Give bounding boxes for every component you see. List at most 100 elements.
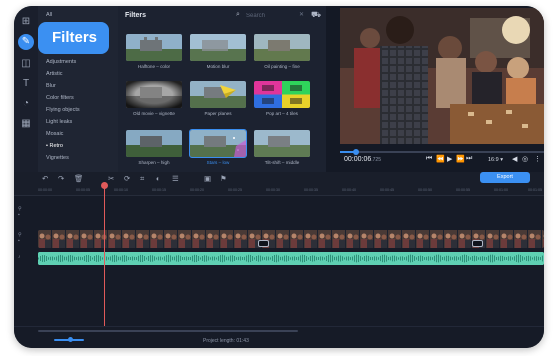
ruler-tick: 00:00:30 xyxy=(266,188,280,192)
tile-label: Sharpen – high xyxy=(138,160,170,165)
media-icon[interactable]: ▣ xyxy=(204,174,211,183)
titles-icon[interactable]: T xyxy=(18,76,34,92)
filter-tile-tilt-shift[interactable]: Tilt-shift – middle xyxy=(254,130,310,168)
filter-tile-halftone-color[interactable]: Halftone – color xyxy=(126,34,182,72)
thumbnail xyxy=(189,129,247,158)
transition-marker[interactable] xyxy=(472,240,483,247)
play-icon[interactable]: ▶ xyxy=(447,155,452,163)
aspect-ratio-select[interactable]: 16:9 ▾ xyxy=(488,157,503,163)
ruler-tick: 00:00:45 xyxy=(380,188,394,192)
crop-icon[interactable]: ⌗ xyxy=(140,174,144,184)
timeline-scrollbar[interactable] xyxy=(38,330,298,332)
video-clip[interactable] xyxy=(38,230,544,248)
timeline-toolbar: ↶ ↷ 🗑 ✂ ⟳ ⌗ ◐ ☰ ▣ ⚑ xyxy=(14,172,544,186)
aspect-ratio-label: 16:9 xyxy=(488,157,499,163)
category-light-leaks[interactable]: Light leaks xyxy=(46,119,72,125)
ruler-tick: 00:00:05 xyxy=(76,188,90,192)
overlay-track-controls[interactable]: ⚲ ▪ xyxy=(18,206,36,218)
status-bar: Project length: 01:43 xyxy=(14,326,544,348)
playhead-handle[interactable] xyxy=(101,182,108,189)
tile-label: Halftone – color xyxy=(137,64,171,69)
tool-sidebar: ⊞ ✎ ◫ T ◔ ▦ xyxy=(14,6,38,172)
preview-scrubber[interactable] xyxy=(340,149,544,155)
ruler-tick: 00:00:15 xyxy=(152,188,166,192)
more-options-icon[interactable]: ⋮ xyxy=(534,155,541,163)
tile-label: Stars – low xyxy=(206,160,230,165)
filter-tile-motion-blur[interactable]: Motion blur xyxy=(190,34,246,72)
search-input[interactable] xyxy=(246,11,296,21)
thumbnail xyxy=(190,34,246,61)
search-icon: ⌕ xyxy=(236,11,240,18)
thumbnail xyxy=(254,130,310,157)
undo-icon[interactable]: ↶ xyxy=(42,174,48,183)
scrubber-handle[interactable] xyxy=(353,149,360,155)
video-track-controls[interactable]: ⚲ ▪ xyxy=(18,232,36,244)
tile-label: Paper planes xyxy=(204,111,232,116)
category-retro[interactable]: • Retro xyxy=(46,143,63,149)
clip-properties-icon[interactable]: ☰ xyxy=(172,174,179,183)
step-forward-icon[interactable]: ⏩ xyxy=(456,155,465,163)
thumbnail xyxy=(254,34,310,61)
category-mosaic[interactable]: Mosaic xyxy=(46,131,63,137)
timeline-ruler[interactable]: 00:00:00 00:00:05 00:00:10 00:00:15 00:0… xyxy=(14,186,544,196)
filters-header: Filters ⌕ ✕ ⛟ xyxy=(118,6,326,26)
category-flying-objects[interactable]: Flying objects xyxy=(46,107,80,113)
go-to-start-icon[interactable]: ⏮ xyxy=(426,155,432,163)
cut-icon[interactable]: ✂ xyxy=(108,174,114,183)
category-blur[interactable]: Blur xyxy=(46,83,56,89)
ruler-tick: 00:00:00 xyxy=(38,188,52,192)
filter-tile-stars-low[interactable]: Stars – low xyxy=(189,129,247,168)
tile-label: Pop art – 4 tiles xyxy=(266,111,298,116)
ruler-tick: 00:01:00 xyxy=(494,188,508,192)
transitions-icon[interactable]: ◫ xyxy=(18,56,34,72)
filter-tile-paper-planes[interactable]: Paper planes xyxy=(190,81,246,119)
audio-clip[interactable] xyxy=(38,252,544,265)
category-color-filters[interactable]: Color filters xyxy=(46,95,74,101)
stickers-icon[interactable]: ◔ xyxy=(18,96,34,112)
filter-tile-oil-painting[interactable]: Oil painting – fine xyxy=(254,34,310,72)
category-vignettes[interactable]: Vignettes xyxy=(46,155,69,161)
category-adjustments[interactable]: Adjustments xyxy=(46,59,76,65)
ruler-tick: 00:00:55 xyxy=(456,188,470,192)
ruler-tick: 00:00:35 xyxy=(304,188,318,192)
tile-label: Oil painting – fine xyxy=(264,64,300,69)
filter-tile-sharpen[interactable]: Sharpen – high xyxy=(126,130,182,168)
audio-track-controls[interactable]: ♪ xyxy=(18,254,36,260)
marker-icon[interactable]: ⚑ xyxy=(220,174,227,183)
zoom-slider-handle[interactable] xyxy=(68,337,73,342)
filter-tile-pop-art[interactable]: Pop art – 4 tiles xyxy=(254,81,310,119)
filters-title: Filters xyxy=(125,12,147,19)
clear-search-icon[interactable]: ✕ xyxy=(299,11,304,18)
filter-tile-old-movie[interactable]: Old movie – vignette xyxy=(126,81,182,119)
snapshot-icon[interactable]: ◎ xyxy=(522,155,528,163)
export-button[interactable]: Export xyxy=(480,172,530,183)
tile-label: Old movie – vignette xyxy=(133,111,175,116)
rotate-icon[interactable]: ⟳ xyxy=(124,174,130,183)
thumbnail xyxy=(190,81,246,108)
redo-icon[interactable]: ↷ xyxy=(58,174,64,183)
tile-label: Motion blur xyxy=(206,64,230,69)
step-back-icon[interactable]: ⏪ xyxy=(436,155,445,163)
preview-panel: 00:00:06.725 ⏮ ⏪ ▶ ⏩ ⏭ 16:9 ▾ ◀ ◎ ⋮ xyxy=(326,6,544,172)
video-preview[interactable] xyxy=(340,8,544,144)
thumbnail xyxy=(126,34,182,61)
ruler-tick: 00:00:50 xyxy=(418,188,432,192)
tile-label: Tilt-shift – middle xyxy=(264,160,300,165)
import-icon[interactable]: ⊞ xyxy=(18,14,34,30)
filters-tool-icon[interactable]: ✎ xyxy=(18,34,34,50)
ruler-tick: 00:00:20 xyxy=(190,188,204,192)
timecode-fraction: 725 xyxy=(372,157,381,163)
app-window: ⊞ ✎ ◫ T ◔ ▦ All Adjustments Artistic Blu… xyxy=(14,6,544,348)
ruler-tick: 00:00:10 xyxy=(114,188,128,192)
playhead-line[interactable] xyxy=(104,184,105,340)
go-to-end-icon[interactable]: ⏭ xyxy=(466,155,472,163)
category-artistic[interactable]: Artistic xyxy=(46,71,63,77)
volume-icon[interactable]: ◀ xyxy=(512,155,517,163)
more-tools-icon[interactable]: ▦ xyxy=(18,116,34,132)
transition-marker[interactable] xyxy=(258,240,269,247)
project-length: Project length: 01:43 xyxy=(203,338,249,344)
delete-icon[interactable]: 🗑 xyxy=(74,174,84,183)
color-adjust-icon[interactable]: ◐ xyxy=(156,174,161,183)
category-all[interactable]: All xyxy=(46,12,52,18)
cart-icon[interactable]: ⛟ xyxy=(311,10,321,20)
